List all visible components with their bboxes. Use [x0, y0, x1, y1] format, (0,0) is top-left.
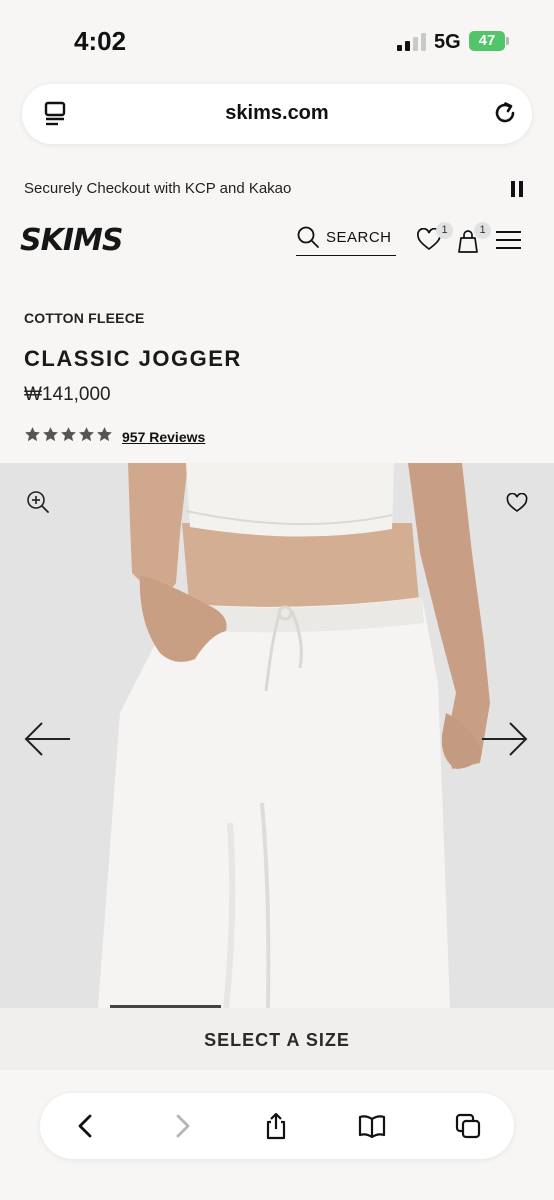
reviews-link[interactable]: 957 Reviews: [122, 429, 205, 445]
bookmarks-icon[interactable]: [358, 1112, 386, 1140]
product-price: ₩141,000: [24, 384, 111, 405]
arrow-right-icon[interactable]: [480, 719, 528, 759]
network-type: 5G: [434, 31, 461, 53]
menu-icon[interactable]: [496, 231, 521, 249]
select-size-button[interactable]: SELECT A SIZE: [0, 1008, 554, 1070]
bag-count-badge: 1: [474, 222, 491, 239]
tabs-overview-icon[interactable]: [454, 1112, 482, 1140]
browser-toolbar: [40, 1093, 514, 1159]
url-text[interactable]: skims.com: [22, 102, 532, 125]
product-image-carousel[interactable]: [0, 463, 554, 1008]
status-time: 4:02: [74, 26, 127, 56]
logo-text: SKIMS: [20, 223, 122, 256]
status-bar: 4:02 5G 47: [0, 0, 554, 80]
battery-icon: 47: [469, 31, 505, 51]
search-icon: [297, 226, 319, 248]
favorite-heart-icon[interactable]: [506, 493, 528, 513]
pause-icon[interactable]: [511, 181, 525, 197]
star-rating[interactable]: [24, 426, 114, 444]
skims-logo[interactable]: SKIMS: [18, 222, 138, 256]
star-icon: [43, 427, 58, 442]
search-label: SEARCH: [326, 229, 392, 246]
arrow-left-icon[interactable]: [24, 719, 72, 759]
zoom-in-icon[interactable]: [26, 490, 50, 514]
product-photo: [98, 463, 490, 1008]
star-icon: [79, 427, 94, 442]
reload-icon[interactable]: [490, 98, 520, 128]
forward-icon[interactable]: [168, 1112, 196, 1140]
product-title: CLASSIC JOGGER: [24, 346, 242, 371]
url-bar[interactable]: skims.com: [22, 84, 532, 144]
select-size-label: SELECT A SIZE: [204, 1030, 350, 1050]
star-icon: [25, 427, 40, 442]
wishlist-count-badge: 1: [436, 222, 453, 239]
promo-banner-text: Securely Checkout with KCP and Kakao: [24, 180, 292, 197]
signal-icon: [397, 33, 427, 51]
product-collection: COTTON FLEECE: [24, 310, 145, 326]
star-icon: [97, 427, 112, 442]
back-icon[interactable]: [72, 1112, 100, 1140]
star-icon: [61, 427, 76, 442]
battery-tip: [506, 37, 509, 45]
search-button[interactable]: SEARCH: [296, 224, 396, 256]
share-icon[interactable]: [262, 1112, 290, 1140]
